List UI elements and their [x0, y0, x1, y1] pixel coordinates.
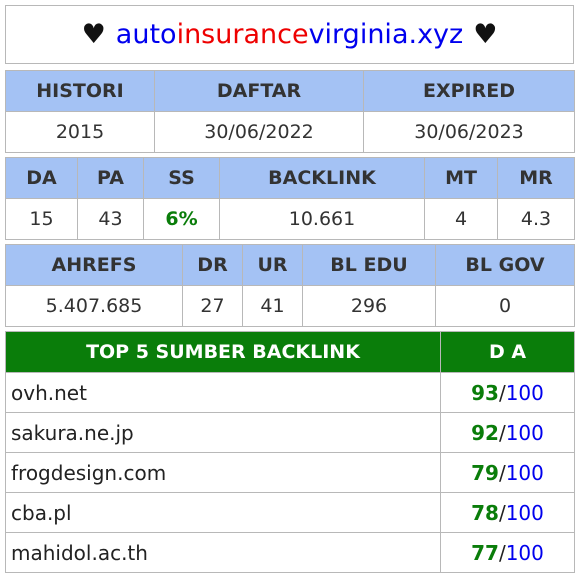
- table-row: sakura.ne.jp 92/100: [5, 412, 575, 453]
- header-dr: DR: [182, 244, 243, 286]
- backlink-da-score: 78/100: [440, 492, 575, 533]
- value-pa: 43: [77, 198, 144, 240]
- da-separator: /: [498, 540, 506, 565]
- header-mr: MR: [497, 157, 575, 199]
- backlink-site-link[interactable]: frogdesign.com: [5, 452, 441, 493]
- header-bl-edu: BL EDU: [302, 244, 436, 286]
- backlink-site-link[interactable]: cba.pl: [5, 492, 441, 533]
- heart-icon-right: ♥: [473, 19, 498, 50]
- header-daftar: DAFTAR: [154, 70, 364, 112]
- header-top-source: TOP 5 SUMBER BACKLINK: [5, 331, 441, 373]
- header-pa: PA: [77, 157, 144, 199]
- value-ss: 6%: [143, 198, 220, 240]
- da-max: 100: [505, 420, 544, 445]
- site-title-banner: ♥ autoinsurancevirginia.xyz ♥: [5, 5, 574, 64]
- backlink-site-link[interactable]: sakura.ne.jp: [5, 412, 441, 453]
- value-mt: 4: [424, 198, 498, 240]
- title-part-insurance: insurance: [176, 19, 309, 50]
- header-ss: SS: [143, 157, 220, 199]
- backlink-da-score: 77/100: [440, 532, 575, 573]
- value-ur: 41: [242, 285, 303, 327]
- header-da: DA: [5, 157, 78, 199]
- da-max: 100: [505, 460, 544, 485]
- da-separator: /: [498, 460, 506, 485]
- da-value: 92: [471, 420, 499, 445]
- da-max: 100: [505, 540, 544, 565]
- value-backlink: 10.661: [219, 198, 425, 240]
- header-mt: MT: [424, 157, 498, 199]
- table-row: mahidol.ac.th 77/100: [5, 532, 575, 573]
- backlink-da-score: 92/100: [440, 412, 575, 453]
- domain-info-value-row: 2015 30/06/2022 30/06/2023: [5, 111, 575, 153]
- table-row: ovh.net 93/100: [5, 372, 575, 413]
- da-value: 79: [471, 460, 499, 485]
- da-value: 77: [471, 540, 499, 565]
- domain-info-header-row: HISTORI DAFTAR EXPIRED: [5, 70, 575, 112]
- value-da: 15: [5, 198, 78, 240]
- header-da-score: D A: [440, 331, 575, 373]
- value-expired: 30/06/2023: [363, 111, 575, 153]
- header-ur: UR: [242, 244, 303, 286]
- ahrefs-value-row: 5.407.685 27 41 296 0: [5, 285, 575, 327]
- metrics-value-row: 15 43 6% 10.661 4 4.3: [5, 198, 575, 240]
- header-expired: EXPIRED: [363, 70, 575, 112]
- value-bl-gov: 0: [435, 285, 575, 327]
- backlink-site-link[interactable]: ovh.net: [5, 372, 441, 413]
- value-bl-edu: 296: [302, 285, 436, 327]
- title-part-auto: auto: [115, 19, 177, 50]
- ahrefs-header-row: AHREFS DR UR BL EDU BL GOV: [5, 244, 575, 286]
- value-ahrefs: 5.407.685: [5, 285, 183, 327]
- title-part-virginia: virginia.xyz: [308, 19, 464, 50]
- da-separator: /: [498, 420, 506, 445]
- backlink-site-link[interactable]: mahidol.ac.th: [5, 532, 441, 573]
- backlink-da-score: 79/100: [440, 452, 575, 493]
- header-histori: HISTORI: [5, 70, 155, 112]
- da-separator: /: [498, 380, 506, 405]
- domain-info-table: HISTORI DAFTAR EXPIRED 2015 30/06/2022 3…: [5, 70, 575, 153]
- da-value: 93: [471, 380, 499, 405]
- metrics-table: DA PA SS BACKLINK MT MR 15 43 6% 10.661 …: [5, 157, 575, 240]
- header-bl-gov: BL GOV: [435, 244, 575, 286]
- ahrefs-table: AHREFS DR UR BL EDU BL GOV 5.407.685 27 …: [5, 244, 575, 327]
- value-dr: 27: [182, 285, 243, 327]
- header-backlink: BACKLINK: [219, 157, 425, 199]
- value-histori: 2015: [5, 111, 155, 153]
- top-backlinks-header-row: TOP 5 SUMBER BACKLINK D A: [5, 331, 575, 373]
- table-row: frogdesign.com 79/100: [5, 452, 575, 493]
- heart-icon-left: ♥: [81, 19, 106, 50]
- da-value: 78: [471, 500, 499, 525]
- da-separator: /: [498, 500, 506, 525]
- site-title[interactable]: autoinsurancevirginia.xyz: [116, 19, 463, 50]
- value-daftar: 30/06/2022: [154, 111, 364, 153]
- top-backlinks-table: TOP 5 SUMBER BACKLINK D A ovh.net 93/100 s…: [5, 331, 575, 573]
- da-max: 100: [505, 500, 544, 525]
- backlink-da-score: 93/100: [440, 372, 575, 413]
- header-ahrefs: AHREFS: [5, 244, 183, 286]
- value-mr: 4.3: [497, 198, 575, 240]
- metrics-header-row: DA PA SS BACKLINK MT MR: [5, 157, 575, 199]
- table-row: cba.pl 78/100: [5, 492, 575, 533]
- da-max: 100: [505, 380, 544, 405]
